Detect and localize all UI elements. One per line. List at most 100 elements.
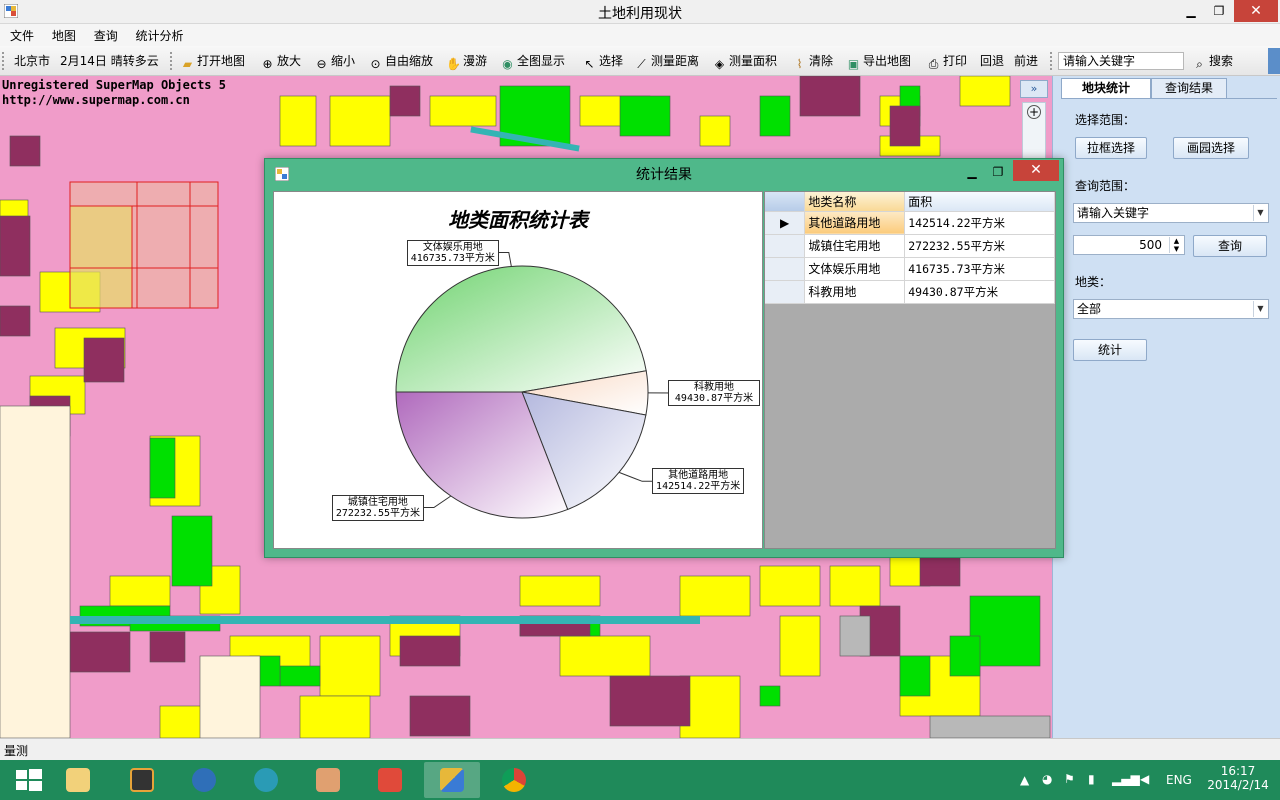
spin-arrows-icon[interactable]: ▲ ▼ — [1169, 237, 1183, 253]
measure-distance-button[interactable]: ⟋ 测量距离 — [634, 52, 699, 71]
taskbar-app-s[interactable] — [114, 762, 170, 798]
watermark-line-1: Unregistered SuperMap Objects 5 — [2, 78, 226, 92]
cell-area[interactable]: 416735.73平方米 — [904, 257, 1055, 281]
select-button[interactable]: ↖ 选择 — [582, 52, 623, 71]
tray-arrow-icon[interactable]: ▲ — [1020, 773, 1029, 787]
print-button[interactable]: ⎙ 打印 — [926, 52, 967, 71]
table-corner[interactable] — [765, 192, 806, 212]
dialog-minimize-button[interactable]: ▁ — [959, 162, 985, 182]
box-select-button[interactable]: 拉框选择 — [1075, 137, 1147, 159]
chevron-down-icon[interactable]: ▼ — [1253, 301, 1267, 317]
land-type-value: 全部 — [1077, 302, 1102, 316]
taskbar-app-globe[interactable] — [238, 762, 294, 798]
menu-query[interactable]: 查询 — [87, 24, 125, 46]
search-input[interactable]: 请输入关键字 — [1058, 52, 1184, 70]
taskbar-current-app[interactable] — [424, 762, 480, 798]
measure-area-button[interactable]: ◈ 测量面积 — [712, 52, 777, 71]
clock[interactable]: 16:17 2014/2/14 — [1200, 760, 1276, 800]
clock-time: 16:17 — [1220, 764, 1256, 778]
pan-button[interactable]: ✋ 漫游 — [446, 52, 487, 71]
full-extent-button[interactable]: ◉ 全图显示 — [500, 52, 565, 71]
watermark: Unregistered SuperMap Objects 5 http://w… — [2, 78, 226, 108]
zoom-out-button[interactable]: ⊖ 缩小 — [314, 52, 355, 71]
query-keyword-value: 请输入关键字 — [1077, 206, 1150, 220]
globe-icon — [254, 768, 278, 792]
flag-icon[interactable]: ⚑ — [1064, 772, 1075, 786]
chevron-down-icon[interactable]: ▼ — [1253, 205, 1267, 221]
folder-icon — [66, 768, 90, 792]
pie-label-category: 科教用地 — [694, 381, 734, 393]
menu-map[interactable]: 地图 — [45, 24, 83, 46]
range-spinner[interactable]: 500 ▲ ▼ — [1073, 235, 1185, 255]
taskbar-app-users[interactable] — [300, 762, 356, 798]
tab-query-results[interactable]: 查询结果 — [1151, 78, 1227, 98]
clear-button[interactable]: ⌇ 清除 — [792, 52, 833, 71]
pie-label-value: 49430.87平方米 — [674, 392, 754, 404]
maximize-button[interactable]: ❐ — [1204, 0, 1234, 22]
battery-icon[interactable]: ▮ — [1088, 772, 1095, 786]
globe-icon: ◉ — [502, 57, 513, 71]
volume-icon[interactable]: ◀ — [1140, 772, 1149, 786]
cell-area[interactable]: 142514.22平方米 — [904, 211, 1055, 235]
toolbar-grip[interactable] — [2, 52, 4, 70]
toolbar-overflow-button[interactable] — [1268, 48, 1280, 74]
pie-label-1: 科教用地 49430.87平方米 — [668, 379, 760, 406]
dialog-maximize-button[interactable]: ❐ — [985, 162, 1011, 182]
menu-statistics[interactable]: 统计分析 — [129, 24, 191, 46]
query-keyword-combo[interactable]: 请输入关键字 ▼ — [1073, 203, 1269, 223]
free-zoom-icon: ⊙ — [370, 57, 381, 71]
free-zoom-button[interactable]: ⊙ 自由缩放 — [368, 52, 433, 71]
query-range-label: 查询范围： — [1075, 179, 1136, 193]
tab-parcel-stats[interactable]: 地块统计 — [1061, 78, 1151, 98]
signal-icon[interactable]: ▂▄▆ — [1112, 772, 1140, 786]
cell-area[interactable]: 272232.55平方米 — [904, 234, 1055, 258]
back-button[interactable]: 回退 — [980, 52, 1004, 70]
taskbar-chrome[interactable] — [486, 762, 542, 798]
table-row[interactable]: ▶ 其他道路用地 142514.22平方米 — [765, 211, 1055, 235]
pie-leader-line-0 — [498, 252, 512, 267]
cell-land-name[interactable]: 文体娱乐用地 — [804, 257, 906, 281]
menu-file[interactable]: 文件 — [3, 24, 41, 46]
cell-land-name[interactable]: 城镇住宅用地 — [804, 234, 906, 258]
search-icon: ⌕ — [1196, 57, 1203, 71]
pie-label-value: 142514.22平方米 — [656, 481, 741, 493]
watermark-line-2: http://www.supermap.com.cn — [2, 93, 190, 107]
cursor-icon: ↖ — [584, 57, 595, 71]
taskbar-app-refresh[interactable] — [176, 762, 232, 798]
land-type-combo[interactable]: 全部 ▼ — [1073, 299, 1269, 319]
language-indicator[interactable]: ENG — [1166, 773, 1192, 787]
dialog-close-button[interactable]: ✕ — [1013, 160, 1059, 181]
stats-table: 地类名称 面积 ▶ 其他道路用地 142514.22平方米 城镇住宅用地 272… — [765, 192, 1055, 304]
zoom-plus-icon[interactable]: + — [1027, 105, 1041, 119]
table-row[interactable]: 文体娱乐用地 416735.73平方米 — [765, 257, 1055, 281]
query-button[interactable]: 查询 — [1193, 235, 1267, 257]
table-row[interactable]: 科教用地 49430.87平方米 — [765, 280, 1055, 304]
taskbar: ▲ ◕ ⚑ ▮ ▂▄▆ ◀ ENG 16:17 2014/2/14 — [0, 760, 1280, 800]
cell-land-name[interactable]: 其他道路用地 — [804, 211, 906, 235]
export-map-button[interactable]: ▣ 导出地图 — [846, 52, 911, 71]
cell-area[interactable]: 49430.87平方米 — [904, 280, 1055, 304]
column-header-name[interactable]: 地类名称 — [804, 192, 906, 212]
table-row[interactable]: 城镇住宅用地 272232.55平方米 — [765, 234, 1055, 258]
zoom-in-button[interactable]: ⊕ 放大 — [260, 52, 301, 71]
search-button[interactable]: ⌕ 搜索 — [1192, 52, 1233, 71]
close-button[interactable]: ✕ — [1234, 0, 1278, 22]
tray-qq-icon[interactable]: ◕ — [1042, 772, 1052, 786]
column-header-area[interactable]: 面积 — [904, 192, 1055, 212]
minimize-button[interactable]: ▁ — [1176, 0, 1206, 22]
row-header — [765, 257, 806, 281]
forward-button[interactable]: 前进 — [1014, 52, 1038, 70]
circle-select-button[interactable]: 画园选择 — [1173, 137, 1249, 159]
window-title: 土地利用现状 — [598, 6, 682, 22]
cell-land-name[interactable]: 科教用地 — [804, 280, 906, 304]
statistics-button[interactable]: 统计 — [1073, 339, 1147, 361]
taskbar-app-tools[interactable] — [362, 762, 418, 798]
open-map-button[interactable]: ▰ 打开地图 — [180, 52, 245, 71]
pie-label-category: 城镇住宅用地 — [347, 496, 408, 508]
taskbar-explorer[interactable] — [50, 762, 106, 798]
toolbar-grip-3[interactable] — [1050, 52, 1052, 70]
status-bar: 量测 — [0, 738, 1280, 760]
collapse-panel-button[interactable]: » — [1020, 80, 1048, 98]
pie-leader-line-2 — [618, 471, 653, 482]
toolbar-grip-2[interactable] — [170, 52, 172, 70]
